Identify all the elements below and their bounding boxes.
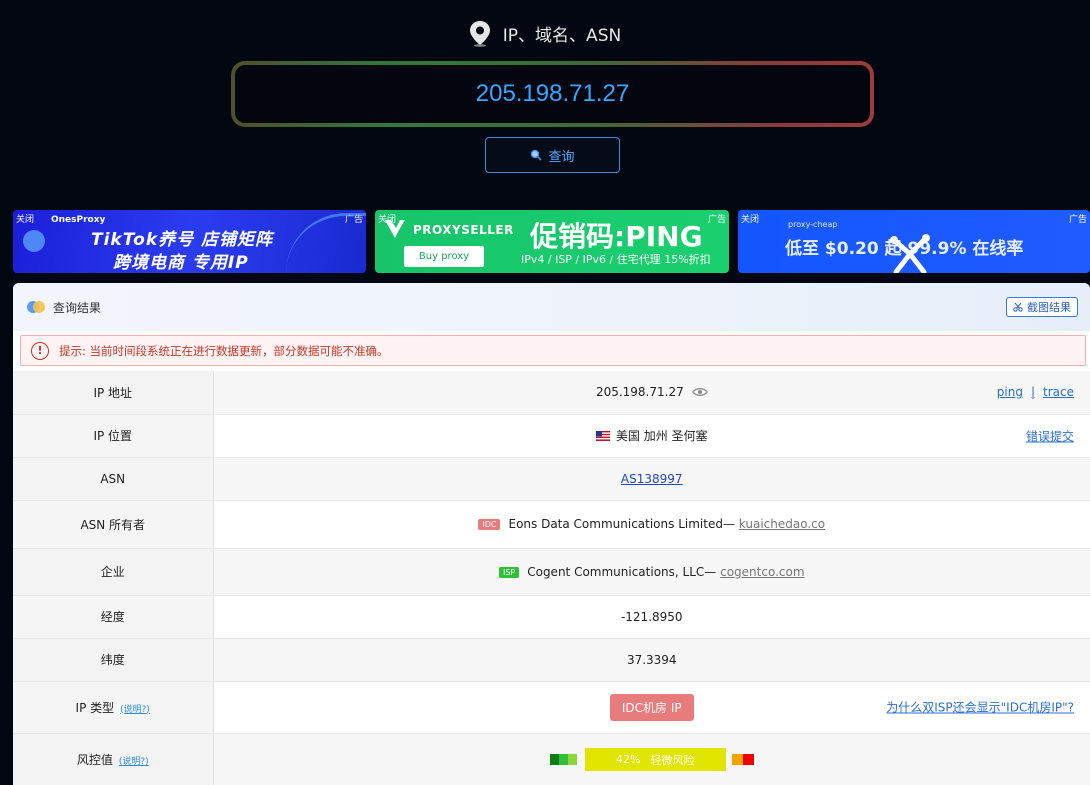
ip-type-cell: IDC机房 IP 为什么双ISP还会显示"IDC机房IP"? <box>213 681 1090 734</box>
location-pin-icon <box>469 21 490 47</box>
ad-tag: 广告 <box>1068 215 1087 225</box>
organization-name: Cogent Communications, LLC— <box>527 564 717 579</box>
table-row: ASN AS138997 <box>13 457 1090 501</box>
ad-subline: 跨境电商 专用IP <box>113 253 249 273</box>
ip-type-badge: IDC机房 IP <box>609 693 694 721</box>
asn-owner-cell: IDC Eons Data Communications Limited— kua… <box>213 500 1090 549</box>
row-label: ASN 所有者 <box>13 500 214 549</box>
organization-cell: ISP Cogent Communications, LLC— cogentco.… <box>213 548 1090 596</box>
ip-cell: 205.198.71.27 ping | trace <box>213 371 1090 415</box>
risk-segment <box>731 754 743 765</box>
row-label: IP 位置 <box>13 414 214 458</box>
ip-type-why-link[interactable]: 为什么双ISP还会显示"IDC机房IP"? <box>886 699 1074 716</box>
table-row: ASN 所有者 IDC Eons Data Communications Limi… <box>13 500 1090 549</box>
table-row: 纬度 37.3394 <box>13 638 1090 682</box>
risk-percent: 42% <box>616 753 641 766</box>
ip-value: 205.198.71.27 <box>595 385 684 400</box>
query-button[interactable]: 查询 <box>485 137 620 173</box>
ad-promo-code: 促销码:PING <box>530 220 703 253</box>
table-row: IP 位置 美国 加州 圣何塞 错误提交 <box>13 414 1090 458</box>
update-notice: ! 提示: 当前时间段系统正在进行数据更新，部分数据可能不准确。 <box>20 335 1086 366</box>
risk-segment <box>742 754 754 765</box>
warning-icon: ! <box>31 341 49 360</box>
search-type-label: IP、域名、ASN <box>0 20 1090 47</box>
longitude-value: -121.8950 <box>213 595 1090 639</box>
panel-header: 查询结果 截图结果 <box>13 283 1090 331</box>
query-button-label: 查询 <box>548 148 575 164</box>
table-row: IP 类型 (说明?) IDC机房 IP 为什么双ISP还会显示"IDC机房IP"… <box>13 681 1090 734</box>
risk-help-link[interactable]: (说明?) <box>119 757 149 767</box>
risk-text: 轻微风险 <box>650 753 695 767</box>
ip-type-label-cell: IP 类型 (说明?) <box>13 681 214 734</box>
ad-brand: OnesProxy <box>51 215 106 225</box>
ad-brand: proxy-cheap <box>788 220 838 229</box>
trace-link[interactable]: trace <box>1043 385 1074 399</box>
brand-logo-icon <box>23 230 45 252</box>
notice-text: 提示: 当前时间段系统正在进行数据更新，部分数据可能不准确。 <box>59 343 389 358</box>
latitude-value: 37.3394 <box>213 638 1090 682</box>
risk-segment <box>549 754 559 765</box>
asn-cell: AS138997 <box>213 457 1090 501</box>
eye-icon[interactable] <box>691 387 708 397</box>
row-label: 纬度 <box>13 638 214 682</box>
risk-meter: 42% 轻微风险 <box>549 748 754 771</box>
organization-domain-link[interactable]: cogentco.com <box>720 565 804 579</box>
ip-type-help-link[interactable]: (说明?) <box>120 705 150 715</box>
search-input[interactable] <box>235 65 870 123</box>
risk-score-bar: 42% 轻微风险 <box>584 748 726 771</box>
location-value: 美国 加州 圣何塞 <box>615 429 708 443</box>
screenshot-button-label: 截图结果 <box>1027 302 1071 314</box>
scissors-icon <box>1013 302 1023 312</box>
search-icon <box>531 149 543 161</box>
ad-headline: TikTok养号 店铺矩阵 <box>91 230 274 250</box>
ad-banner-proxy-cheap[interactable]: 关闭 广告 proxy-cheap 低至 $0.20 起 99.9% 在线率 <box>738 210 1090 273</box>
row-label: 企业 <box>13 548 214 596</box>
row-label: IP 地址 <box>13 371 214 415</box>
search-box <box>231 61 874 127</box>
ping-link[interactable]: ping <box>997 385 1023 399</box>
risk-cell: 42% 轻微风险 <box>213 733 1090 785</box>
asn-owner-name: Eons Data Communications Limited— <box>508 517 735 531</box>
screenshot-button[interactable]: 截图结果 <box>1006 297 1078 317</box>
buy-proxy-button[interactable]: Buy proxy <box>404 246 484 267</box>
asn-link[interactable]: AS138997 <box>621 472 683 486</box>
result-logo-icon <box>27 301 45 313</box>
table-row: IP 地址 205.198.71.27 ping | trace <box>13 371 1090 415</box>
error-report-link[interactable]: 错误提交 <box>1026 427 1074 444</box>
row-label: 经度 <box>13 595 214 639</box>
risk-segment <box>567 754 577 765</box>
result-panel: 查询结果 截图结果 ! 提示: 当前时间段系统正在进行数据更新，部分数据可能不准… <box>13 283 1090 785</box>
proxyseller-logo-icon <box>385 220 405 238</box>
ad-tag: 广告 <box>707 215 726 225</box>
decorative-wave-icon <box>286 213 366 273</box>
table-row: 企业 ISP Cogent Communications, LLC— cogent… <box>13 548 1090 596</box>
risk-segment <box>558 754 568 765</box>
us-flag-icon <box>595 431 610 441</box>
idc-badge: IDC <box>478 519 501 530</box>
search-type-text: IP、域名、ASN <box>502 26 622 46</box>
tool-links: ping | trace <box>997 385 1074 399</box>
ad-banner-onesproxy[interactable]: 关闭 广告 OnesProxy TikTok养号 店铺矩阵 跨境电商 专用IP <box>13 210 366 273</box>
panel-title: 查询结果 <box>53 300 102 315</box>
location-cell: 美国 加州 圣何塞 错误提交 <box>213 414 1090 458</box>
ad-close-button[interactable]: 关闭 <box>16 212 34 225</box>
ad-brand: PROXYSELLER <box>413 223 514 237</box>
ad-subline: IPv4 / ISP / IPv6 / 住宅代理 15%折扣 <box>521 253 711 266</box>
decorative-cross-icon <box>890 234 930 273</box>
isp-badge: ISP <box>498 566 520 578</box>
table-row: 风控值 (说明?) 42% 轻微风险 <box>13 733 1090 785</box>
row-label: IP 类型 <box>75 700 115 715</box>
table-row: 经度 -121.8950 <box>13 595 1090 639</box>
asn-owner-domain-link[interactable]: kuaichedao.co <box>739 517 825 531</box>
ad-close-button[interactable]: 关闭 <box>741 212 759 225</box>
result-table: IP 地址 205.198.71.27 ping | trace IP 位置 美… <box>13 371 1090 785</box>
ad-banner-proxyseller[interactable]: 关闭 广告 PROXYSELLER Buy proxy 促销码:PING IPv… <box>375 210 729 273</box>
row-label: 风控值 <box>76 753 113 767</box>
risk-label-cell: 风控值 (说明?) <box>13 733 214 785</box>
row-label: ASN <box>13 457 214 501</box>
link-separator: | <box>1030 385 1036 400</box>
